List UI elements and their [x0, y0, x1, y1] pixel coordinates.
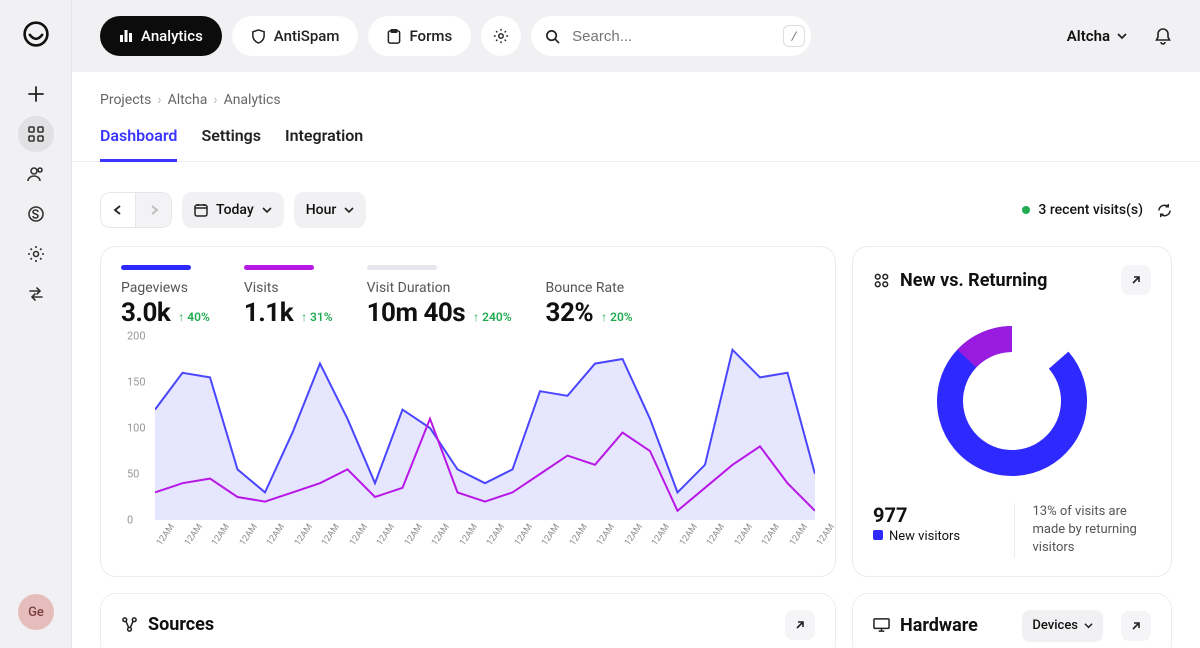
brand-logo[interactable] [22, 20, 50, 48]
shield-icon [251, 29, 266, 44]
chevron-right-icon: › [157, 92, 161, 108]
status-text: 3 recent visits(s) [1038, 202, 1143, 218]
nav-analytics-label: Analytics [141, 27, 203, 45]
sidebar-users[interactable] [18, 156, 54, 192]
metric-bounce[interactable]: Bounce Rate32%↑ 20% [546, 265, 633, 328]
bar-chart-icon [119, 29, 133, 43]
chevron-down-icon [344, 205, 354, 215]
granularity-select[interactable]: Hour [294, 192, 367, 228]
date-next-button [136, 192, 172, 228]
user-avatar[interactable]: Ge [18, 594, 54, 630]
tab-integration[interactable]: Integration [285, 122, 363, 162]
new-visitors-count: 977 [873, 503, 992, 527]
nav-settings-icon[interactable] [481, 16, 521, 56]
date-prev-button[interactable] [100, 192, 136, 228]
sidebar-billing[interactable] [18, 196, 54, 232]
nav-analytics[interactable]: Analytics [100, 16, 222, 56]
donut-chart [873, 309, 1151, 499]
gear-icon [493, 28, 509, 44]
chevron-down-icon [262, 205, 272, 215]
hardware-select[interactable]: Devices [1022, 610, 1103, 642]
granularity-label: Hour [306, 202, 337, 218]
returning-note: 13% of visits are made by returning visi… [1014, 503, 1152, 558]
network-icon [121, 616, 138, 633]
nav-forms[interactable]: Forms [368, 16, 471, 56]
live-status: 3 recent visits(s) [1022, 202, 1172, 218]
calendar-icon [194, 203, 208, 217]
account-menu[interactable]: Altcha [1067, 27, 1128, 45]
account-name: Altcha [1067, 27, 1110, 45]
breadcrumb-projects[interactable]: Projects [100, 92, 151, 108]
chevron-right-icon: › [213, 92, 217, 108]
breadcrumb-project[interactable]: Altcha [168, 92, 208, 108]
metric-visits[interactable]: Visits1.1k↑ 31% [244, 265, 333, 328]
new-returning-card: New vs. Returning 977 New visitors 13% o… [852, 246, 1172, 577]
search-field[interactable]: / [531, 16, 811, 56]
sidebar-add[interactable] [18, 76, 54, 112]
search-input[interactable] [570, 27, 773, 46]
nav-forms-label: Forms [409, 27, 452, 45]
nav-antispam[interactable]: AntiSpam [232, 16, 359, 56]
monitor-icon [873, 617, 890, 634]
sidebar-apps[interactable] [18, 116, 54, 152]
tab-dashboard[interactable]: Dashboard [100, 122, 177, 162]
chevron-down-icon [1084, 621, 1093, 630]
date-range-label: Today [216, 202, 254, 218]
chevron-down-icon [1116, 30, 1128, 42]
sources-title: Sources [148, 614, 214, 635]
sidebar-transfer[interactable] [18, 276, 54, 312]
expand-button[interactable] [785, 610, 815, 640]
date-range-select[interactable]: Today [182, 192, 284, 228]
metrics-card: Pageviews3.0k↑ 40% Visits1.1k↑ 31% Visit D… [100, 246, 836, 577]
notifications-icon[interactable] [1154, 27, 1172, 45]
search-shortcut: / [783, 25, 805, 47]
expand-button[interactable] [1121, 265, 1151, 295]
legend-swatch-new [873, 530, 883, 540]
search-icon [545, 29, 560, 44]
expand-button[interactable] [1121, 611, 1151, 641]
metric-pageviews[interactable]: Pageviews3.0k↑ 40% [121, 265, 210, 328]
new-visitors-label: New visitors [889, 529, 960, 544]
tab-settings[interactable]: Settings [201, 122, 261, 162]
sources-card: Sources [100, 593, 836, 648]
users-icon [873, 272, 890, 289]
new-returning-title: New vs. Returning [900, 270, 1047, 291]
status-dot-icon [1022, 206, 1030, 214]
clipboard-icon [387, 29, 401, 44]
nav-antispam-label: AntiSpam [274, 27, 340, 45]
hardware-title: Hardware [900, 615, 978, 636]
metric-duration[interactable]: Visit Duration10m 40s↑ 240% [367, 265, 512, 328]
breadcrumb: Projects › Altcha › Analytics [72, 72, 1200, 122]
refresh-button[interactable] [1157, 203, 1172, 218]
hardware-card: Hardware Devices [852, 593, 1172, 648]
sidebar-settings[interactable] [18, 236, 54, 272]
breadcrumb-current: Analytics [224, 92, 281, 108]
hardware-select-label: Devices [1032, 618, 1078, 633]
